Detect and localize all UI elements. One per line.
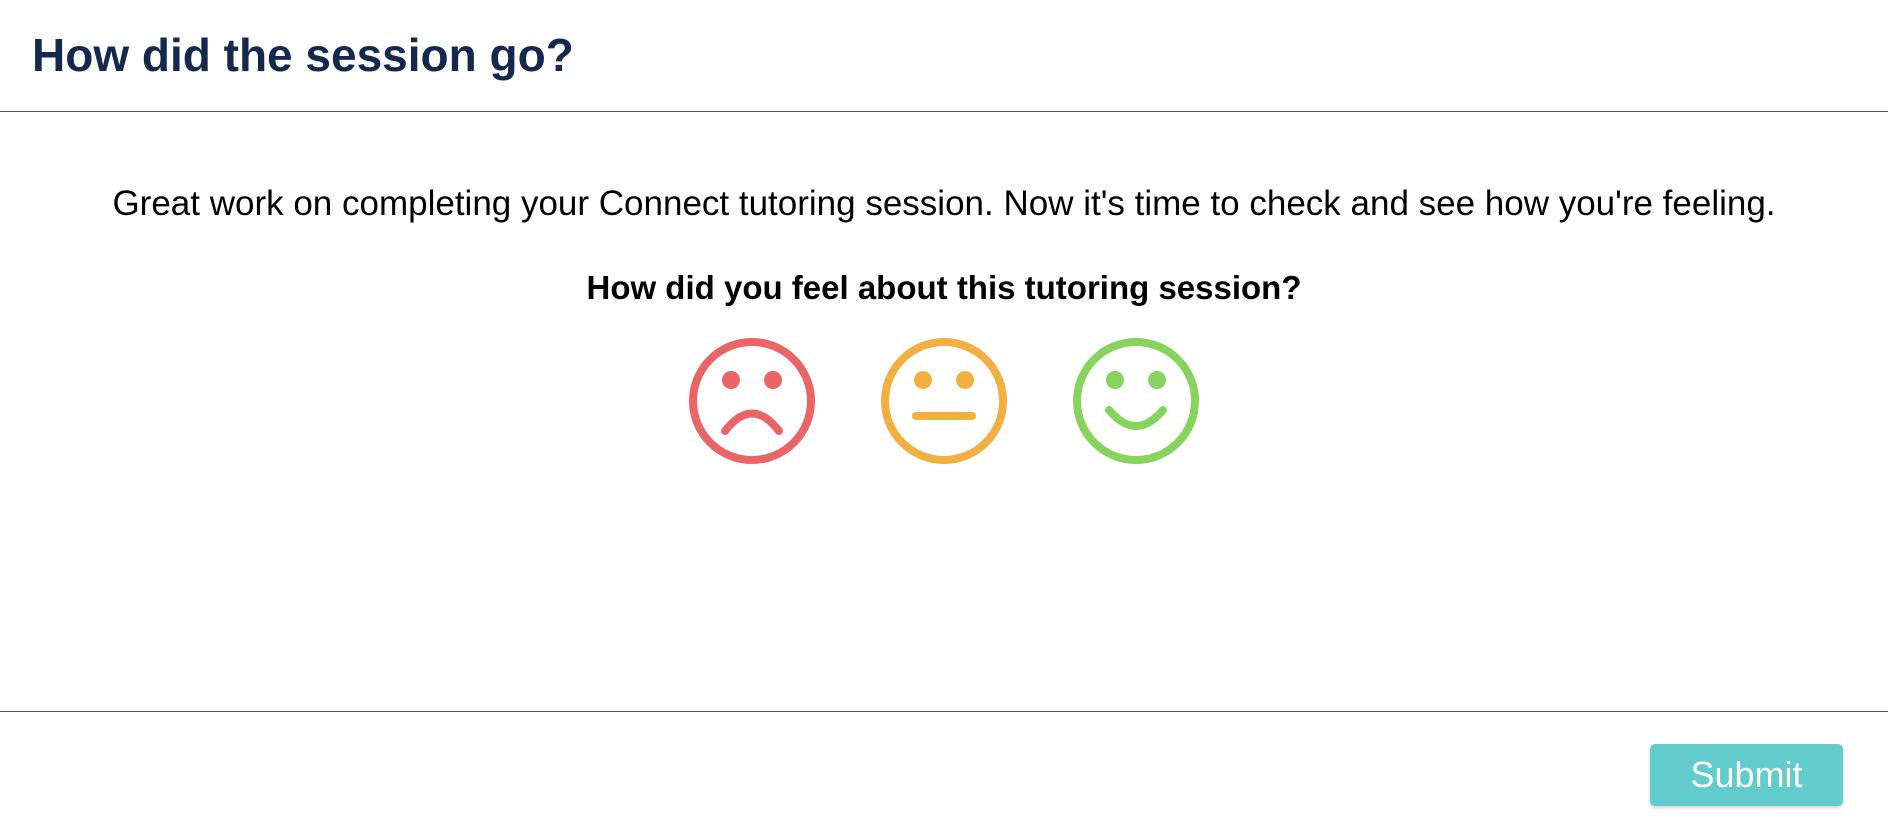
happy-face-icon <box>1073 338 1199 464</box>
rating-options <box>0 336 1888 466</box>
dialog-body: Great work on completing your Connect tu… <box>0 112 1888 711</box>
sad-face-icon <box>689 338 815 464</box>
dialog-header: How did the session go? <box>0 0 1888 112</box>
feedback-dialog: How did the session go? Great work on co… <box>0 0 1888 828</box>
dialog-title: How did the session go? <box>32 29 574 81</box>
dialog-footer: Submit <box>0 711 1888 828</box>
rating-happy-button[interactable] <box>1071 336 1201 466</box>
rating-question: How did you feel about this tutoring ses… <box>586 269 1302 306</box>
rating-sad-button[interactable] <box>687 336 817 466</box>
rating-neutral-button[interactable] <box>879 336 1009 466</box>
neutral-face-icon <box>881 338 1007 464</box>
intro-text: Great work on completing your Connect tu… <box>112 184 1776 223</box>
submit-button[interactable]: Submit <box>1650 744 1843 806</box>
